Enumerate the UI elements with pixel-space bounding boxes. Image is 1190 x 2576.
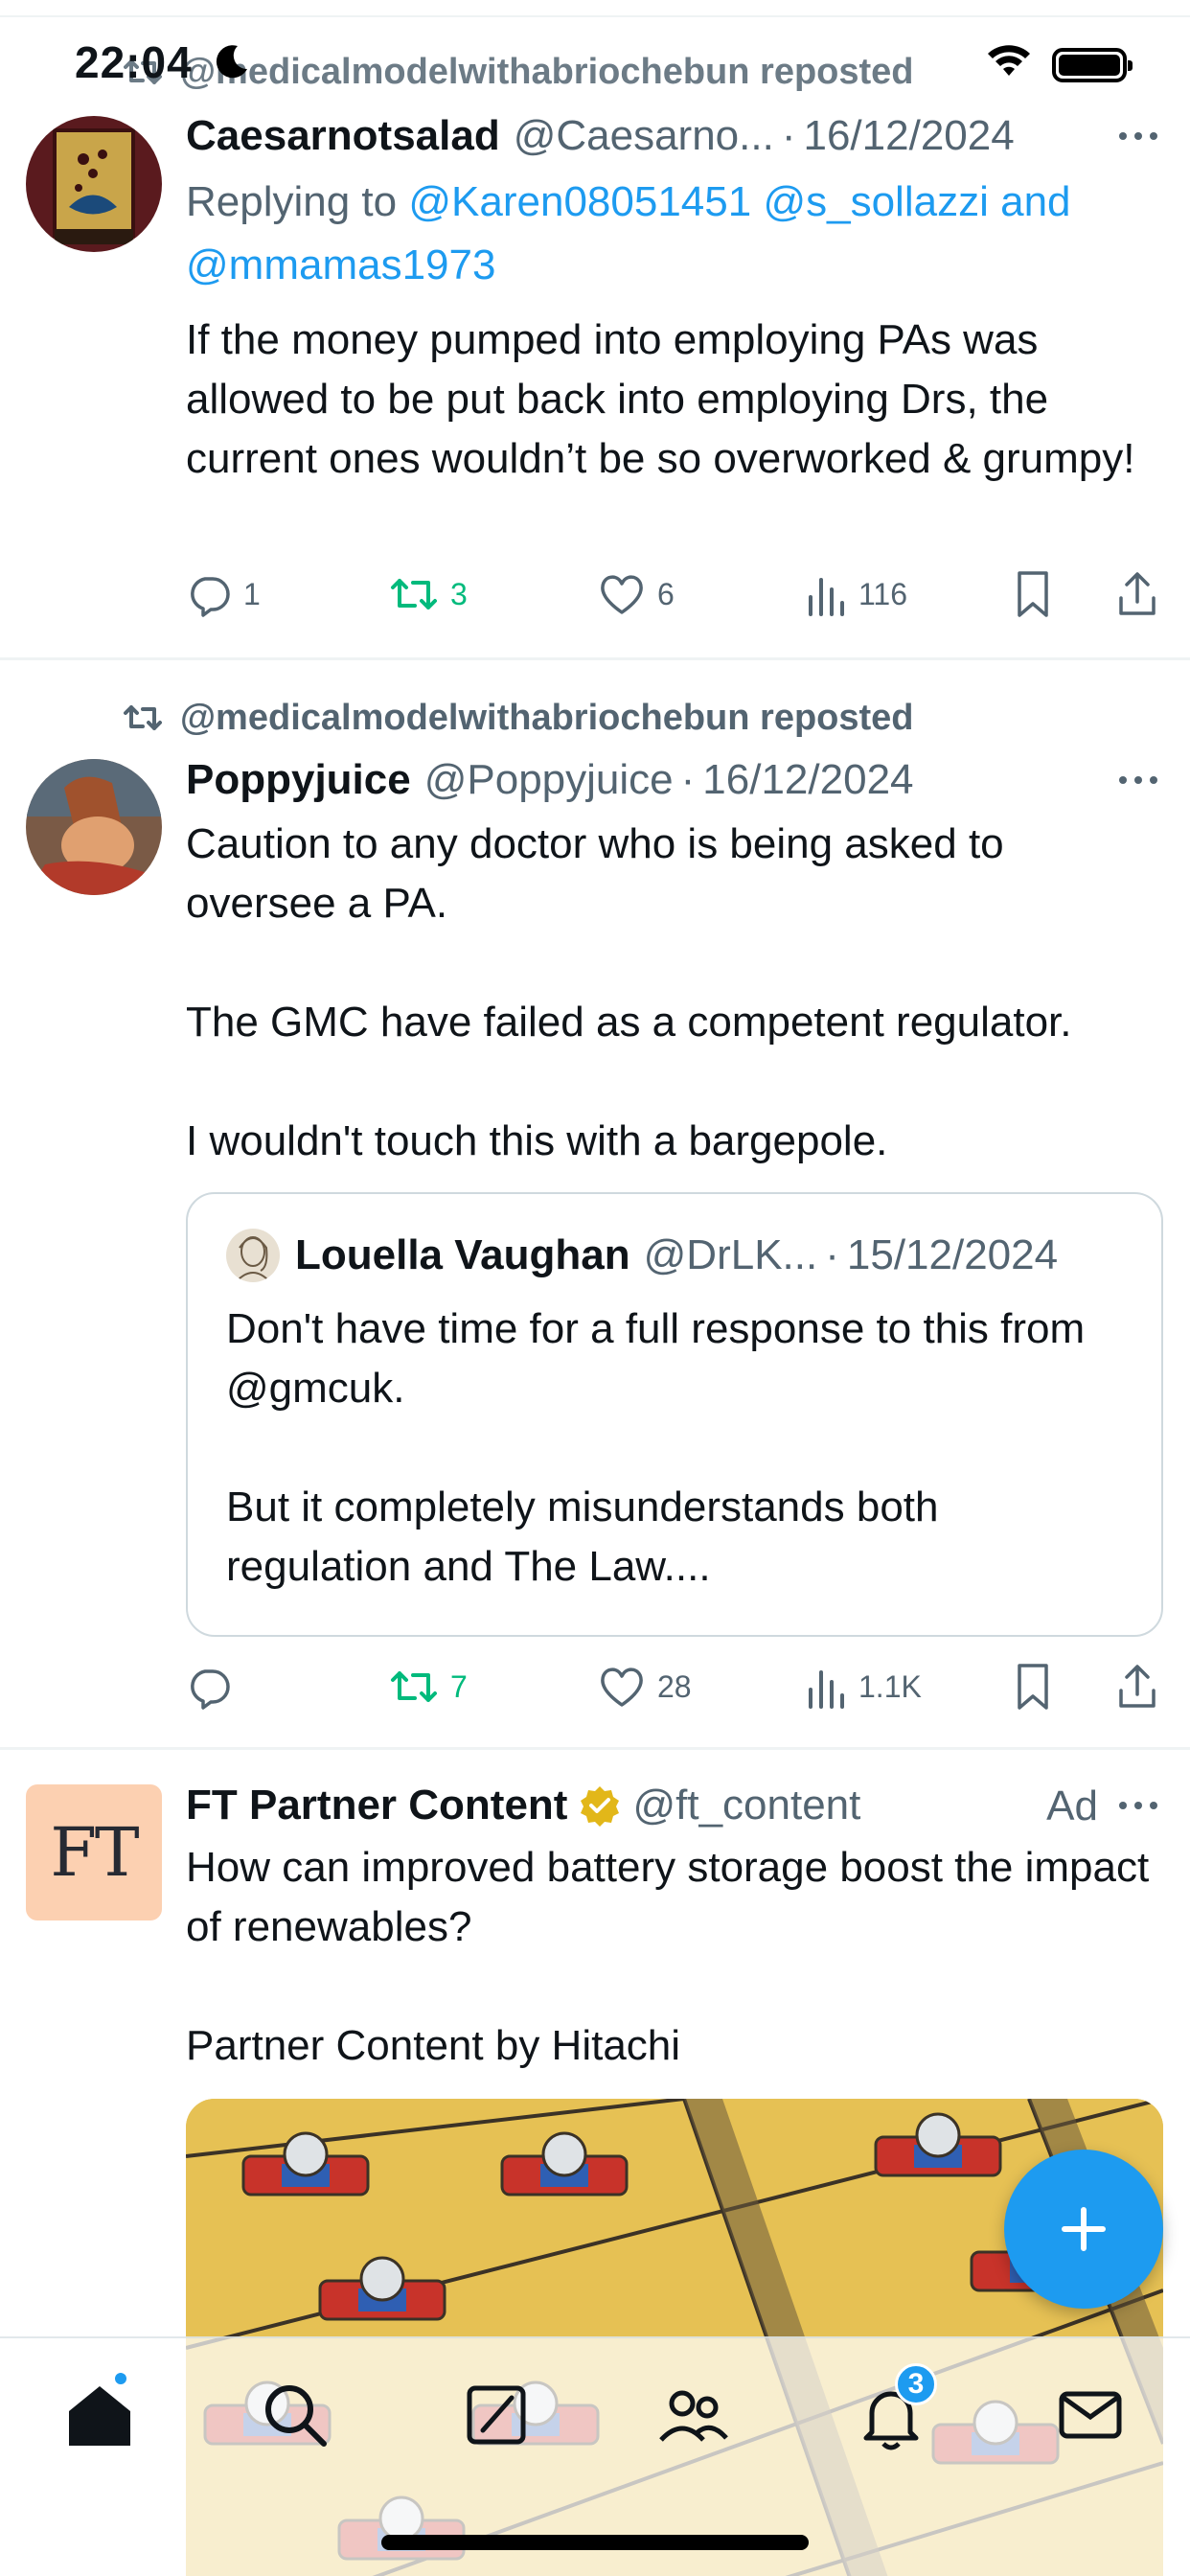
- tab-notifications[interactable]: 3: [851, 2363, 937, 2455]
- verified-icon: [581, 1786, 620, 1827]
- tab-messages[interactable]: [1050, 2375, 1131, 2455]
- ft-logo-text: FT: [50, 1813, 139, 1892]
- home-badge-dot: [113, 2371, 128, 2386]
- status-time: 22:04: [75, 37, 193, 87]
- tweet-text: How can improved battery storage boost t…: [186, 1844, 1150, 2069]
- tweet-ft-partner-content[interactable]: FT FT Partner Content @ft_content Ad How…: [0, 0, 1190, 2576]
- display-name[interactable]: FT Partner Content: [186, 1782, 567, 1829]
- communities-icon: [659, 2390, 728, 2442]
- compose-button[interactable]: [1004, 2150, 1163, 2309]
- notifications-badge: 3: [895, 2363, 937, 2405]
- tab-home[interactable]: [59, 2371, 140, 2455]
- ft-avatar[interactable]: FT: [26, 1784, 162, 1920]
- tab-search[interactable]: [255, 2375, 335, 2455]
- moon-icon: [216, 45, 247, 79]
- messages-icon: [1059, 2391, 1122, 2439]
- status-bar: 22:04: [0, 0, 1190, 125]
- tweet-header: FT Partner Content @ft_content: [186, 1779, 1161, 1832]
- ad-label: Ad: [1046, 1782, 1098, 1829]
- home-indicator: [381, 2535, 809, 2550]
- more-icon[interactable]: [1115, 1784, 1161, 1827]
- tab-grok[interactable]: [456, 2375, 537, 2455]
- handle[interactable]: @ft_content: [632, 1782, 860, 1829]
- wifi-icon: [988, 45, 1030, 76]
- home-icon: [69, 2386, 130, 2446]
- tab-communities[interactable]: [653, 2375, 734, 2455]
- search-icon: [265, 2385, 327, 2447]
- grok-icon: [467, 2385, 526, 2445]
- battery-icon: [1052, 48, 1133, 82]
- compose-plus-icon: [1062, 2207, 1106, 2251]
